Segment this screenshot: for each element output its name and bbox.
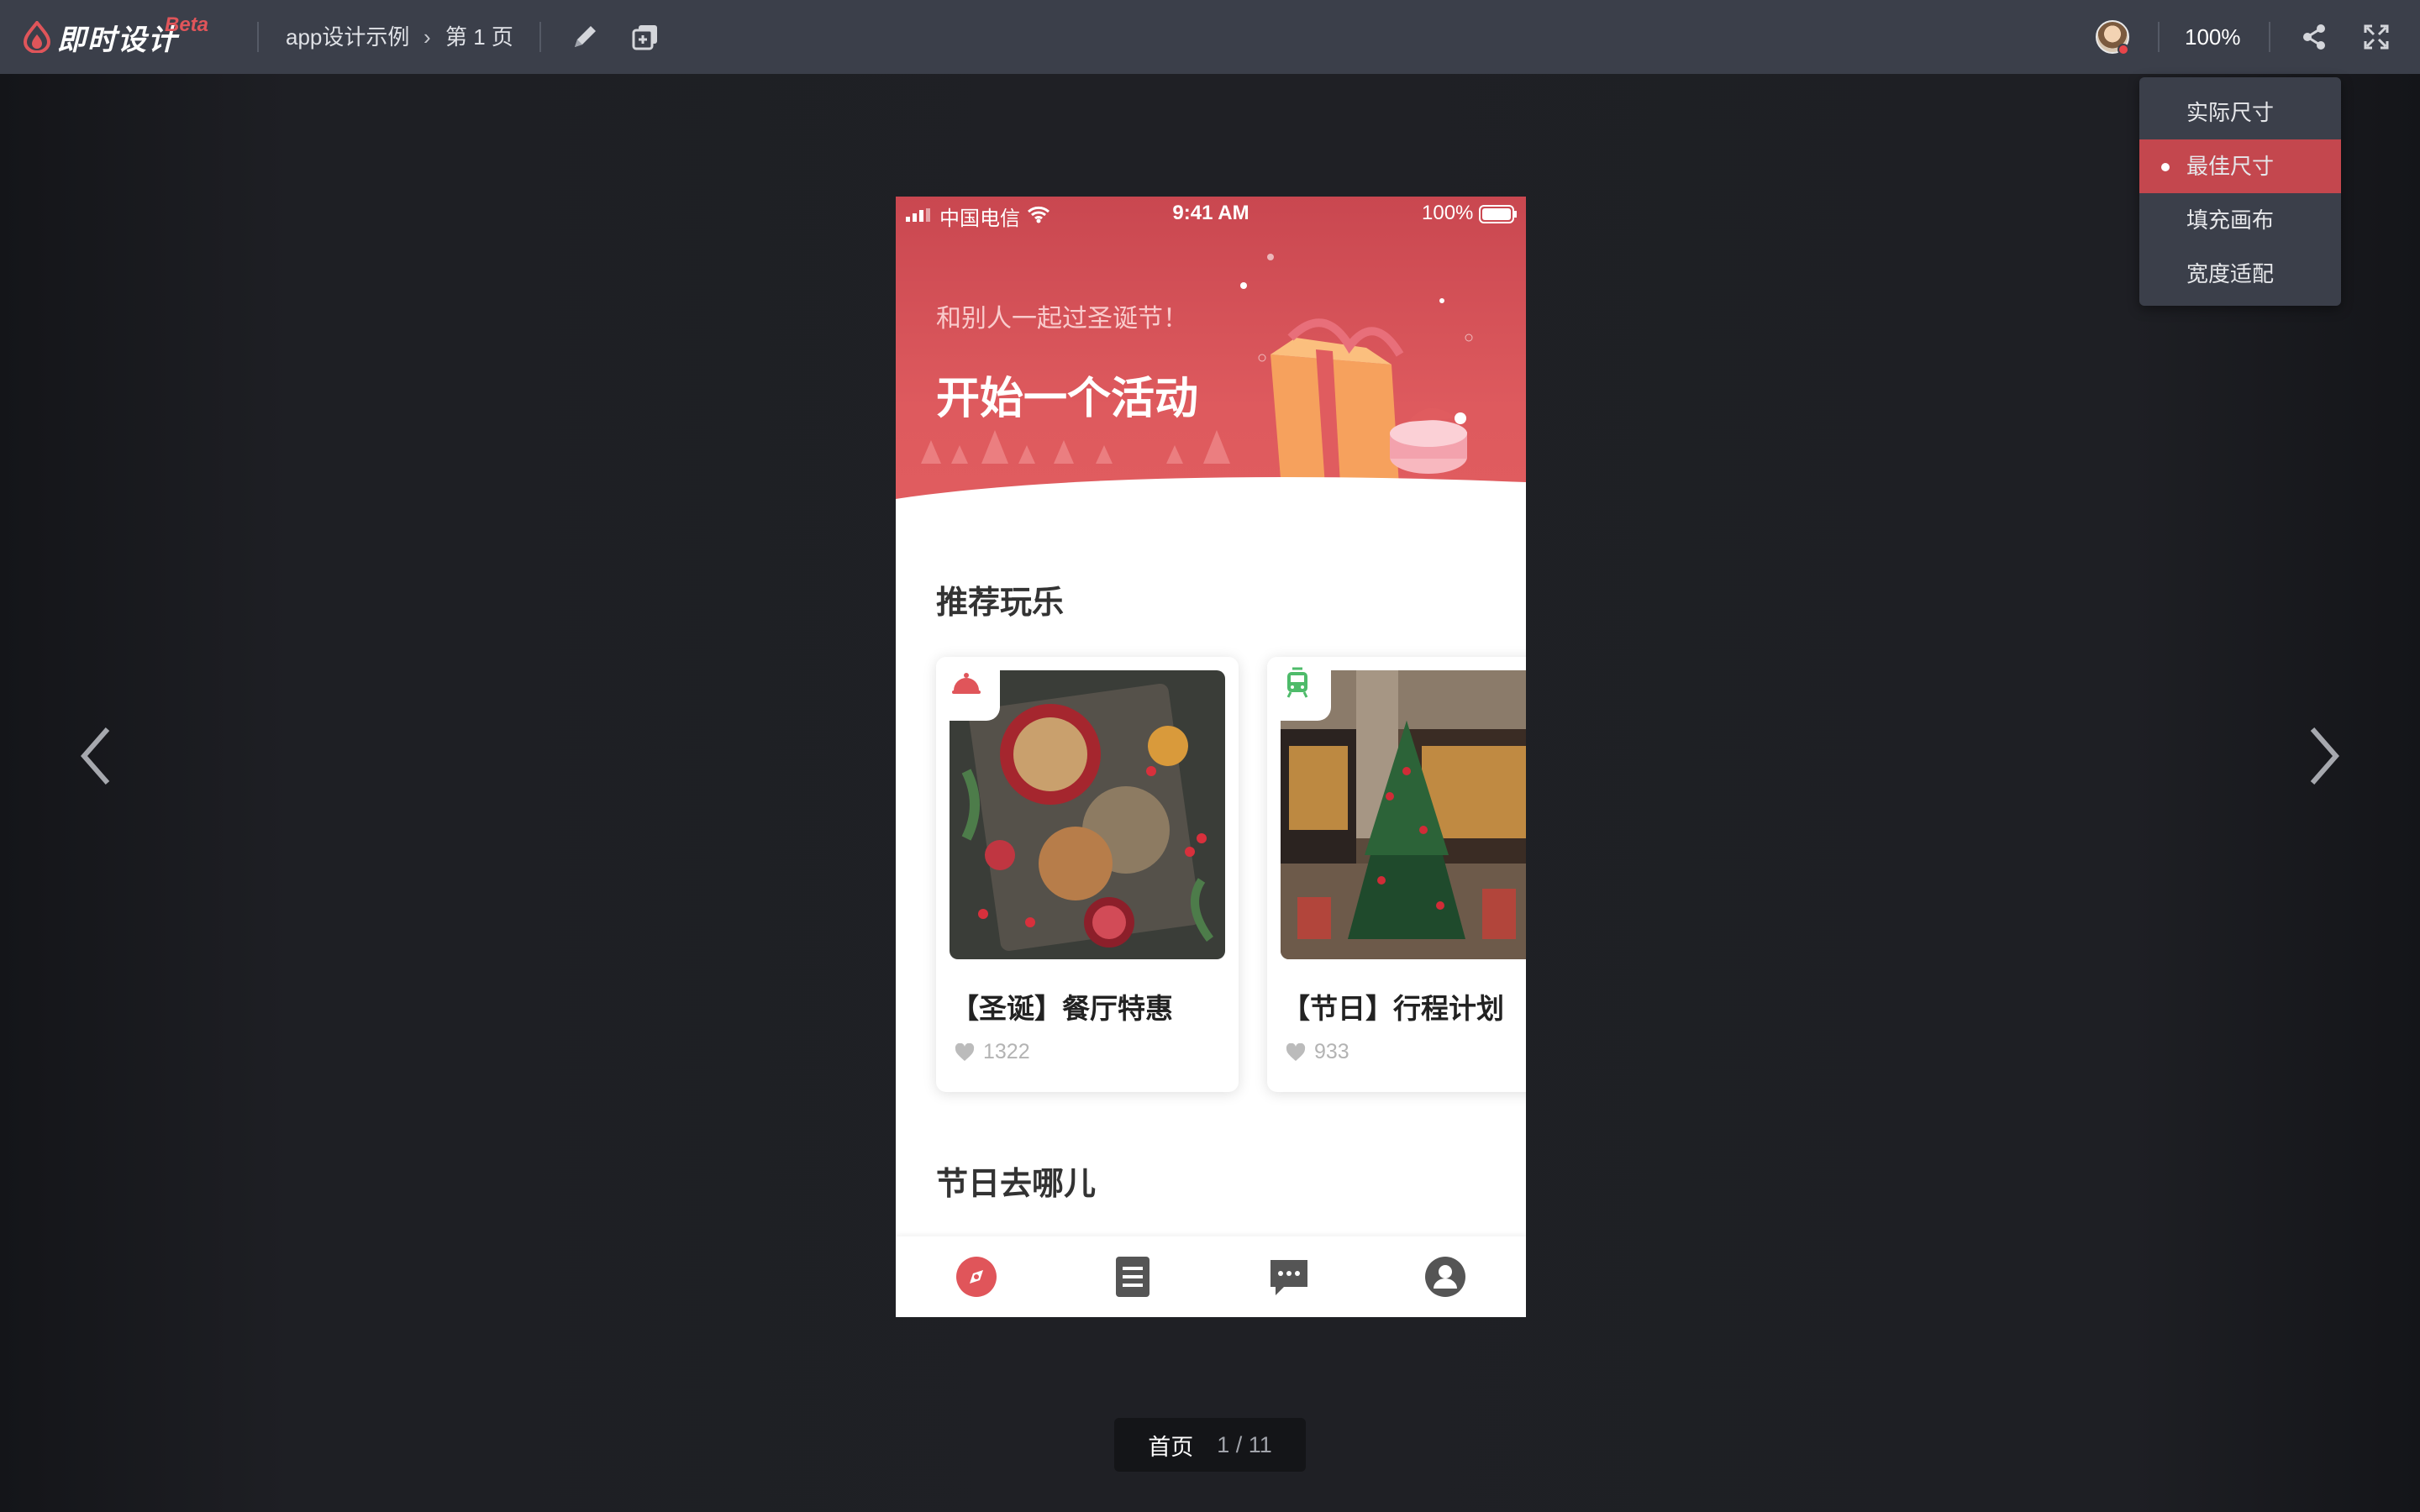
zoom-menu-item-best[interactable]: 最佳尺寸 — [2139, 139, 2341, 193]
zoom-menu-item-fill[interactable]: 填充画布 — [2139, 193, 2341, 247]
hero-subtitle: 和别人一起过圣诞节！ — [936, 305, 1188, 333]
page-name: 首页 — [1148, 1434, 1194, 1460]
divider — [539, 22, 541, 52]
heart-icon[interactable] — [1286, 1042, 1306, 1062]
card-restaurant[interactable]: 【圣诞】餐厅特惠 1322 — [936, 657, 1239, 1092]
tram-icon — [1286, 667, 1308, 698]
section-destinations-title: 节日去哪儿 — [936, 1167, 1097, 1202]
logo-text: 即时设计 — [57, 23, 178, 57]
card-title: 【圣诞】餐厅特惠 — [951, 993, 1173, 1024]
share-icon[interactable] — [2297, 20, 2331, 54]
page-number: 1 / 11 — [1217, 1431, 1272, 1457]
battery-percent: 100% — [1422, 202, 1474, 224]
snow-decoration — [921, 254, 1473, 499]
breadcrumb-project[interactable]: app设计示例 — [286, 22, 409, 52]
tab-bar — [896, 1236, 1526, 1317]
divider — [257, 22, 259, 52]
logo-flame-icon — [23, 21, 51, 53]
top-toolbar: 即时设计 Beta app设计示例 › 第 1 页 100% — [0, 0, 2420, 74]
hero-banner — [896, 197, 1526, 516]
divider — [2269, 22, 2270, 52]
fullscreen-icon[interactable] — [2360, 20, 2393, 54]
card-likes: 1322 — [955, 1040, 1030, 1064]
prev-page-arrow-icon[interactable] — [76, 722, 118, 790]
zoom-level-button[interactable]: 100% — [2185, 22, 2241, 52]
status-bar: 中国电信 9:41 AM 100% — [896, 197, 1526, 230]
profile-icon[interactable] — [1423, 1255, 1467, 1299]
card-itinerary[interactable]: 【节日】行程计划 933 — [1267, 657, 1526, 1092]
card-icon-badge — [1267, 657, 1331, 721]
page-indicator[interactable]: 首页 1 / 11 — [1114, 1418, 1306, 1472]
app-logo[interactable]: 即时设计 — [22, 17, 178, 57]
list-icon[interactable] — [1111, 1255, 1155, 1299]
breadcrumb-chevron-icon: › — [424, 24, 431, 50]
edit-pencil-icon[interactable] — [568, 20, 602, 54]
zoom-menu: 实际尺寸 最佳尺寸 填充画布 宽度适配 — [2139, 77, 2341, 306]
zoom-menu-item-width[interactable]: 宽度适配 — [2139, 247, 2341, 301]
battery-icon — [1479, 205, 1517, 223]
phone-artboard: 中国电信 9:41 AM 100% 和别人一起过圣诞节！ 开始一个活动 推荐玩乐 — [896, 197, 1526, 1317]
hero-title: 开始一个活动 — [936, 375, 1199, 423]
beta-badge: Beta — [165, 13, 209, 36]
notification-dot — [2118, 44, 2129, 55]
card-title: 【节日】行程计划 — [1282, 993, 1504, 1024]
likes-count: 1322 — [983, 1040, 1030, 1063]
heart-icon[interactable] — [955, 1042, 975, 1062]
card-likes: 933 — [1286, 1040, 1349, 1064]
message-icon[interactable] — [1267, 1255, 1311, 1299]
duplicate-icon[interactable] — [629, 20, 662, 54]
food-cloche-icon — [952, 673, 981, 694]
card-icon-badge — [936, 657, 1000, 721]
breadcrumb-page[interactable]: 第 1 页 — [445, 22, 513, 52]
likes-count: 933 — [1314, 1040, 1349, 1063]
compass-icon[interactable] — [955, 1255, 998, 1299]
next-page-arrow-icon[interactable] — [2302, 722, 2344, 790]
hero-wave — [896, 477, 1526, 516]
section-recommended-title: 推荐玩乐 — [936, 585, 1065, 621]
divider — [2158, 22, 2160, 52]
zoom-menu-item-actual[interactable]: 实际尺寸 — [2139, 86, 2341, 139]
